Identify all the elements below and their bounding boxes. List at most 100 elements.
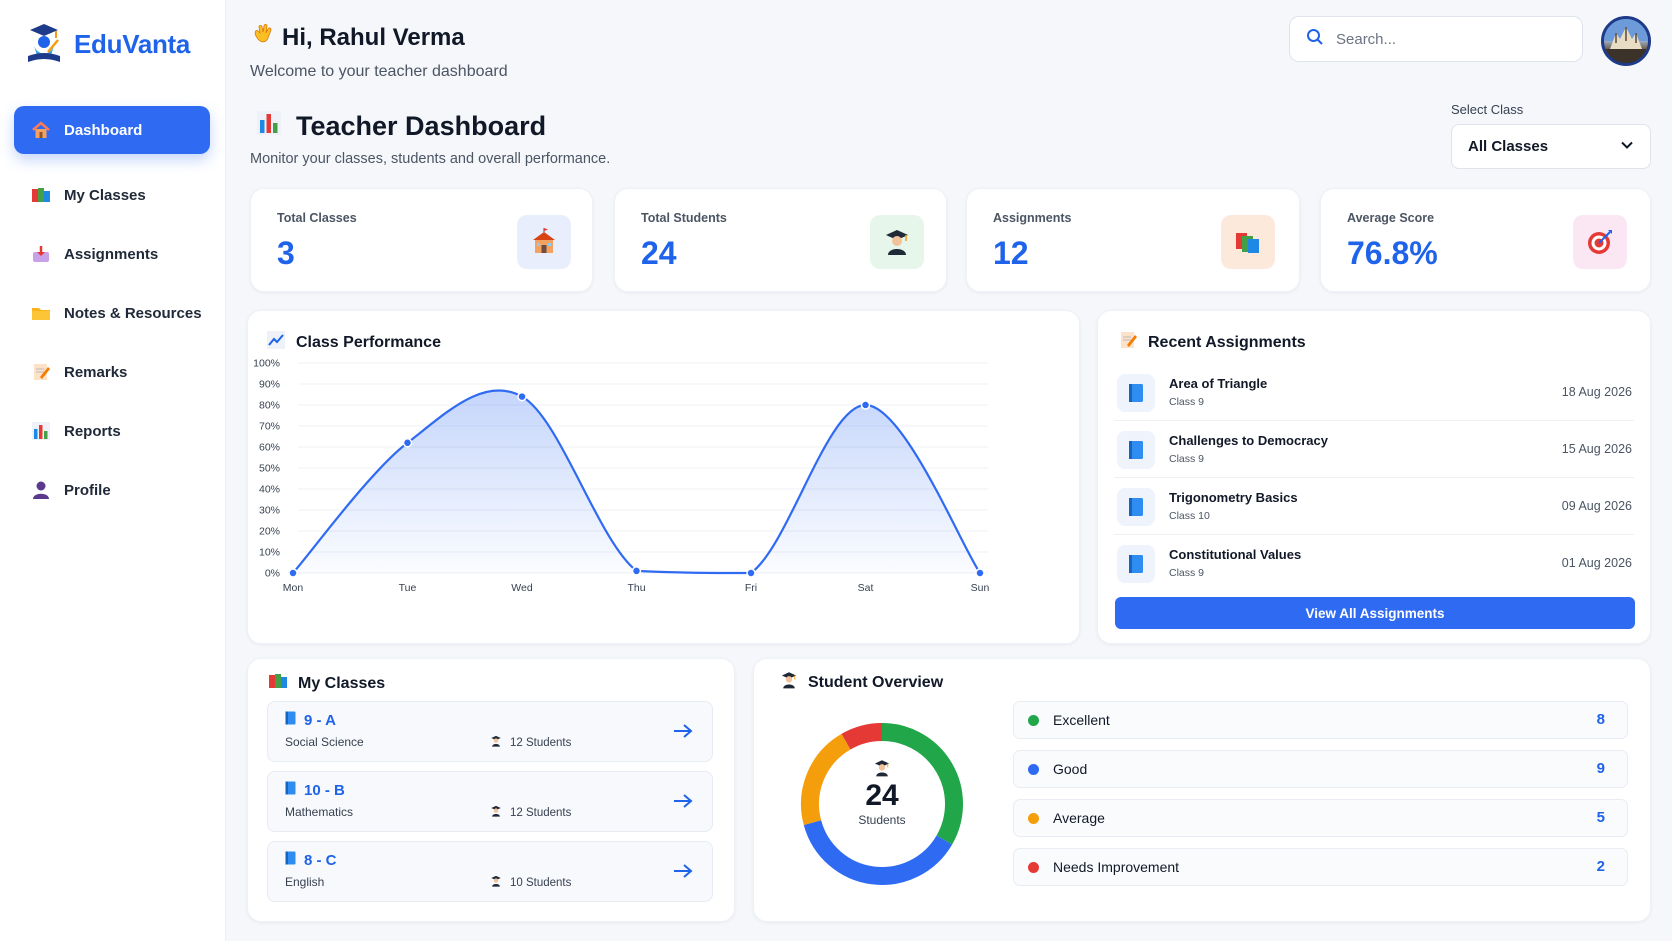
sidebar-item-label: My Classes [64, 186, 146, 204]
arrow-right-icon[interactable] [672, 720, 694, 742]
legend-dot [1028, 764, 1039, 775]
class-select-value: All Classes [1468, 138, 1549, 155]
donut-segment [841, 723, 883, 750]
data-point [402, 438, 413, 448]
sidebar-nav: Dashboard My Classes Assignments Notes &… [14, 106, 210, 525]
sidebar-item-notes-resources[interactable]: Notes & Resources [14, 289, 210, 337]
panel-title: My Classes [268, 671, 385, 696]
sidebar-item-label: Remarks [64, 363, 128, 381]
assignment-row[interactable]: Challenges to Democracy Class 9 15 Aug 2… [1114, 421, 1634, 478]
assignment-class: Class 10 [1169, 510, 1210, 522]
stat-card-assignments[interactable]: Assignments 12 [966, 188, 1300, 292]
stat-card-average-score[interactable]: Average Score 76.8% [1320, 188, 1651, 292]
y-tick-label: 100% [253, 358, 280, 370]
overview-row-good[interactable]: Good 9 [1013, 750, 1628, 788]
stat-card-total-classes[interactable]: Total Classes 3 [250, 188, 593, 292]
class-subject: Social Science [285, 735, 364, 749]
data-point [631, 566, 642, 576]
y-tick-label: 70% [259, 421, 280, 433]
student-overview-panel: Student Overview 24 Students Excellent 8… [753, 658, 1651, 922]
page-title: Teacher Dashboard [256, 110, 546, 143]
graduate-icon [490, 735, 502, 750]
search-icon [1306, 28, 1324, 51]
legend-label: Good [1053, 761, 1088, 777]
legend-dot [1028, 715, 1039, 726]
assignment-row[interactable]: Trigonometry Basics Class 10 09 Aug 2026 [1114, 478, 1634, 535]
greeting-text: Hi, Rahul Verma [282, 23, 465, 51]
class-students: 12 Students [490, 735, 571, 750]
assignment-class: Class 9 [1169, 396, 1205, 408]
sidebar-item-assignments[interactable]: Assignments [14, 230, 210, 278]
book-icon [1117, 545, 1155, 583]
legend-label: Excellent [1053, 712, 1110, 728]
graduate-icon [870, 215, 924, 269]
stat-card-total-students[interactable]: Total Students 24 [614, 188, 947, 292]
arrow-right-icon[interactable] [672, 790, 694, 812]
class-row[interactable]: 10 - B Mathematics 12 Students [267, 771, 713, 832]
legend-count: 9 [1596, 760, 1605, 777]
class-select[interactable]: All Classes [1451, 124, 1651, 169]
brand[interactable]: EduVanta [24, 22, 190, 66]
assignment-row[interactable]: Area of Triangle Class 9 18 Aug 2026 [1114, 364, 1634, 421]
search-input[interactable] [1336, 30, 1556, 48]
class-students: 12 Students [490, 805, 571, 820]
sidebar-item-reports[interactable]: Reports [14, 407, 210, 455]
overview-row-average[interactable]: Average 5 [1013, 799, 1628, 837]
legend-label: Average [1053, 810, 1105, 826]
arrow-right-icon[interactable] [672, 860, 694, 882]
assignment-name: Trigonometry Basics [1169, 490, 1298, 505]
overview-row-needs-improvement[interactable]: Needs Improvement 2 [1013, 848, 1628, 886]
overview-row-excellent[interactable]: Excellent 8 [1013, 701, 1628, 739]
page-subtitle: Monitor your classes, students and overa… [250, 151, 611, 167]
assignment-date: 09 Aug 2026 [1561, 499, 1632, 513]
class-name: 8 - C [285, 851, 337, 869]
my-classes-panel: My Classes 9 - A Social Science 12 Stude… [247, 658, 735, 922]
assignment-date: 15 Aug 2026 [1561, 442, 1632, 456]
stat-label: Total Classes [277, 211, 357, 225]
y-tick-label: 10% [259, 547, 280, 559]
avatar[interactable] [1601, 16, 1651, 66]
x-tick-label: Fri [745, 582, 757, 594]
assignment-date: 18 Aug 2026 [1561, 385, 1632, 399]
stat-label: Assignments [993, 211, 1072, 225]
folder-icon [30, 302, 52, 324]
sidebar-item-label: Notes & Resources [64, 304, 202, 322]
panel-title: Student Overview [780, 671, 943, 694]
inbox-tray-icon [30, 243, 52, 265]
class-row[interactable]: 9 - A Social Science 12 Students [267, 701, 713, 762]
view-all-assignments-button[interactable]: View All Assignments [1115, 597, 1635, 629]
graduate-icon [780, 671, 798, 694]
legend-label: Needs Improvement [1053, 859, 1180, 875]
y-tick-label: 90% [259, 379, 280, 391]
recent-assignments-panel: Recent Assignments Area of Triangle Clas… [1097, 310, 1651, 644]
stat-value: 76.8% [1347, 235, 1438, 271]
y-tick-label: 60% [259, 442, 280, 454]
data-point [860, 400, 871, 410]
y-tick-label: 0% [265, 568, 280, 580]
class-row[interactable]: 8 - C English 10 Students [267, 841, 713, 902]
assignment-class: Class 9 [1169, 453, 1205, 465]
books-icon [1221, 215, 1275, 269]
search-box[interactable] [1289, 16, 1583, 62]
sidebar-item-dashboard[interactable]: Dashboard [14, 106, 210, 154]
assignment-row[interactable]: Constitutional Values Class 9 01 Aug 202… [1114, 535, 1634, 592]
class-students-text: 12 Students [510, 806, 572, 819]
donut-segment [803, 820, 953, 885]
y-tick-label: 80% [259, 400, 280, 412]
house-icon [30, 119, 52, 141]
class-name-text: 8 - C [304, 851, 337, 869]
class-subject: English [285, 875, 325, 889]
panel-title: Recent Assignments [1118, 330, 1306, 355]
sidebar-item-remarks[interactable]: Remarks [14, 348, 210, 396]
book-icon [1117, 431, 1155, 469]
sidebar-item-my-classes[interactable]: My Classes [14, 171, 210, 219]
stat-value: 12 [993, 235, 1029, 271]
waving-hand-icon [250, 22, 274, 53]
stat-value: 3 [277, 235, 295, 271]
sidebar-item-profile[interactable]: Profile [14, 466, 210, 514]
y-tick-label: 20% [259, 526, 280, 538]
memo-icon [30, 361, 52, 383]
assignment-name: Constitutional Values [1169, 547, 1302, 562]
data-point [746, 568, 756, 578]
assignment-name: Area of Triangle [1169, 376, 1268, 391]
